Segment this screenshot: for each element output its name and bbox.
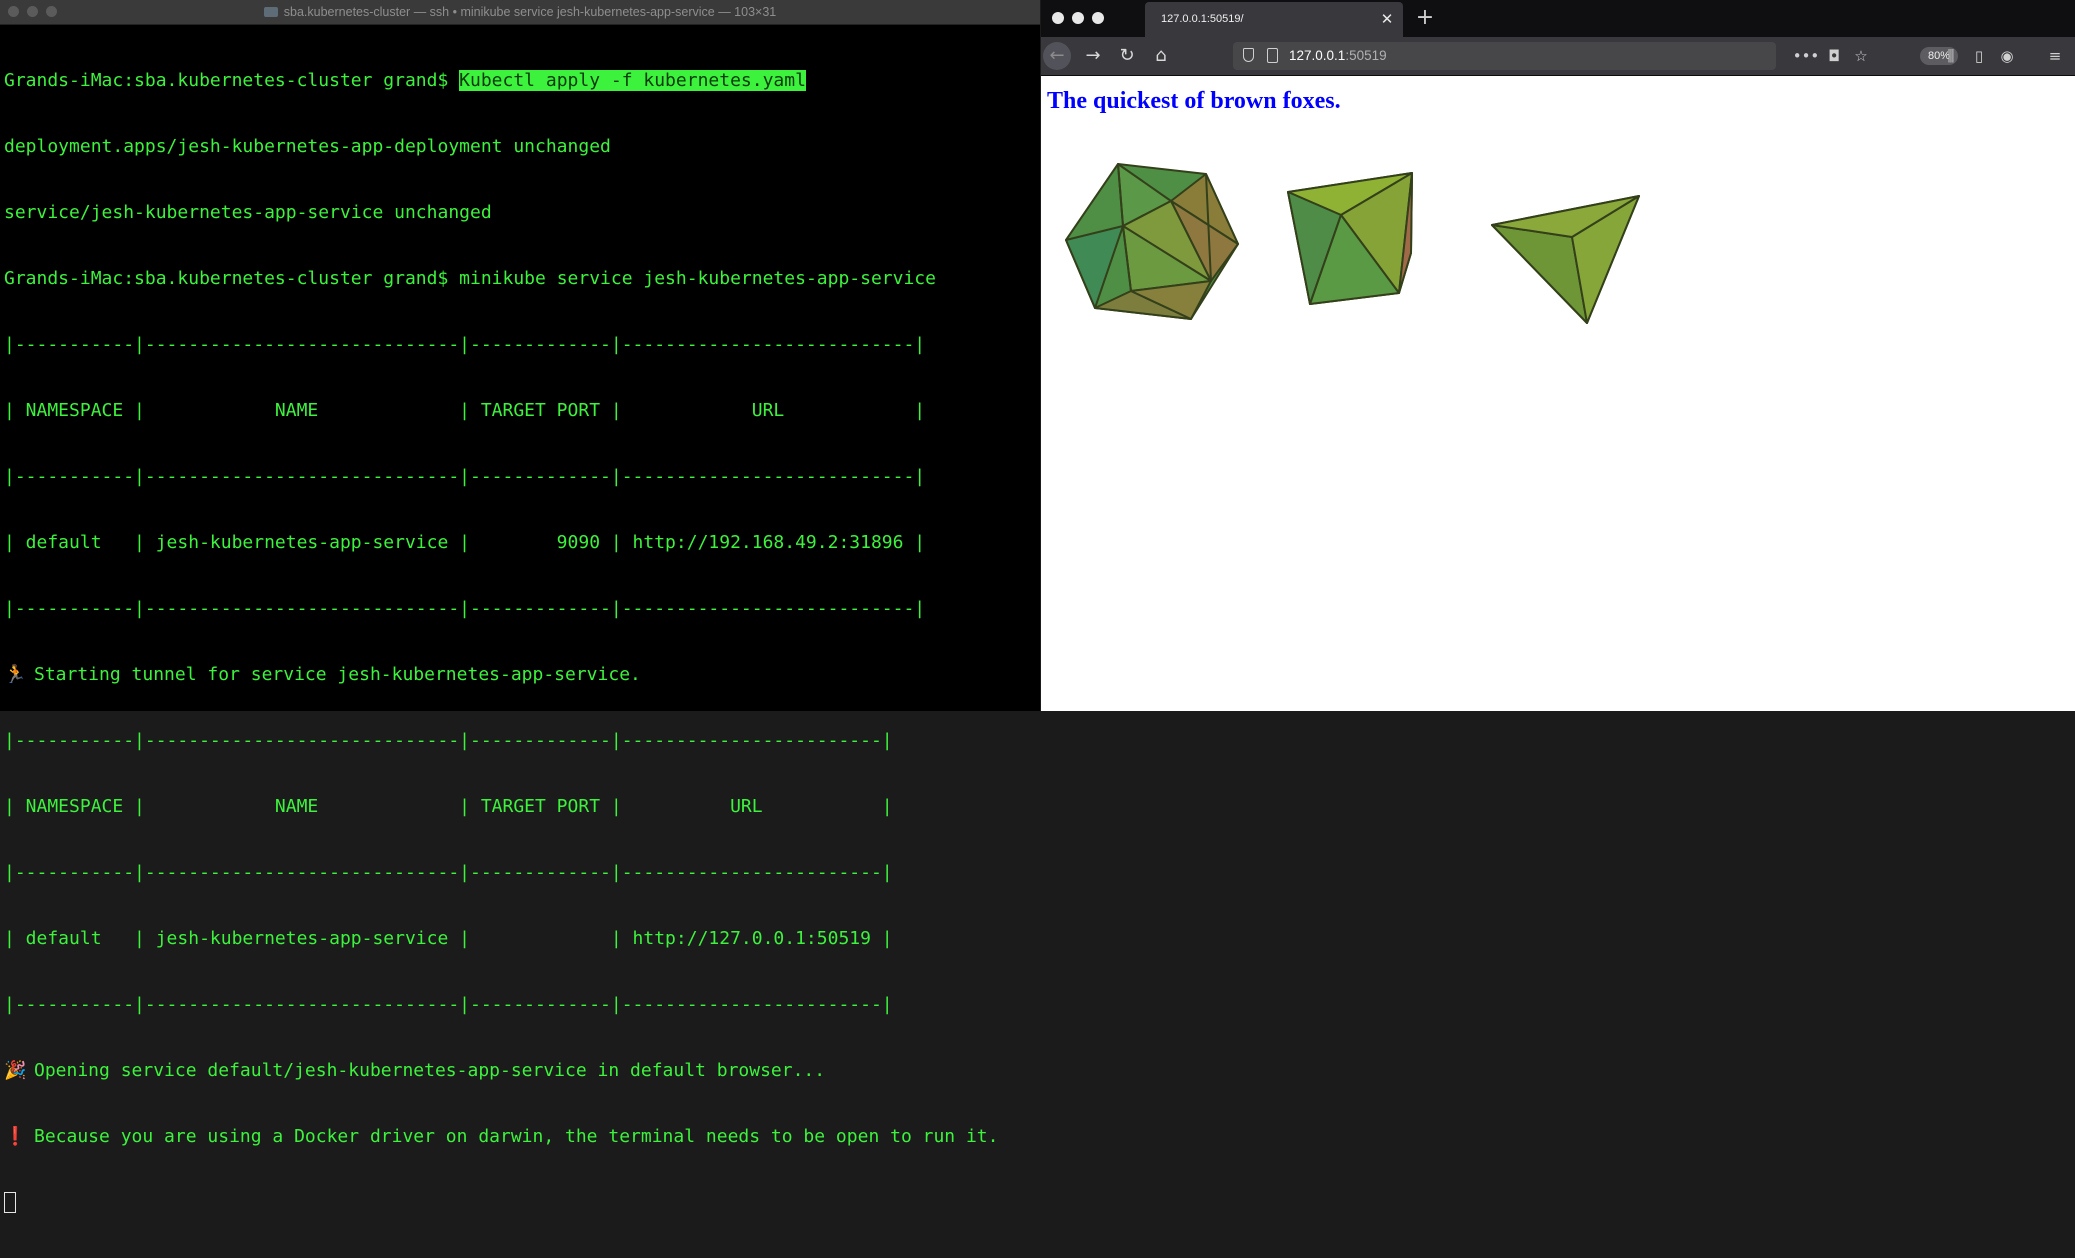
terminal-title: sba.kubernetes-cluster — ssh • minikube … <box>0 0 1040 24</box>
back-icon[interactable]: ← <box>1043 42 1071 70</box>
tab-bar[interactable]: 127.0.0.1:50519/ ✕ + <box>1041 0 2075 37</box>
terminal-output[interactable]: Grands-iMac:sba.kubernetes-cluster grand… <box>4 26 1040 1258</box>
tetrahedron-shape <box>1491 195 1640 324</box>
terminal-window[interactable]: sba.kubernetes-cluster — ssh • minikube … <box>0 0 1040 1213</box>
prompt: Grands-iMac:sba.kubernetes-cluster grand… <box>4 70 460 91</box>
url-bar[interactable]: 127.0.0.1:50519 80% <box>1233 42 1959 70</box>
table-row: | default | jesh-kubernetes-app-service … <box>4 532 926 553</box>
table-border: |-----------|---------------------------… <box>4 466 926 487</box>
table-border: |-----------|---------------------------… <box>4 994 893 1015</box>
home-icon[interactable]: ⌂ <box>1147 42 1175 70</box>
terminal-titlebar[interactable]: sba.kubernetes-cluster — ssh • minikube … <box>0 0 1040 25</box>
close-tab-icon[interactable]: ✕ <box>1379 11 1395 27</box>
terminal-line: 🏃 Starting tunnel for service jesh-kubern… <box>4 664 1040 686</box>
selected-command: Kubectl apply -f kubernetes.yaml <box>459 70 806 91</box>
terminal-line: service/jesh-kubernetes-app-service unch… <box>4 202 492 223</box>
new-tab-button[interactable]: + <box>1413 6 1437 30</box>
tab-title: 127.0.0.1:50519/ <box>1161 13 1244 25</box>
table-border: |-----------|---------------------------… <box>4 598 926 619</box>
account-icon[interactable]: ◉ <box>1993 42 2021 70</box>
exclamation-icon: ❗ <box>4 1126 27 1147</box>
polyhedra-canvas <box>1065 163 1640 324</box>
forward-icon[interactable]: → <box>1079 42 1107 70</box>
url-text[interactable]: 127.0.0.1:50519 <box>1289 42 1387 70</box>
menu-icon[interactable]: ≡ <box>2041 42 2069 70</box>
table-row: | default | jesh-kubernetes-app-service … <box>4 928 893 949</box>
terminal-title-text: sba.kubernetes-cluster — ssh • minikube … <box>283 5 777 19</box>
sidebar-icon[interactable]: ▯ <box>1965 42 1993 70</box>
prompt: Grands-iMac:sba.kubernetes-cluster grand… <box>4 268 460 289</box>
reload-icon[interactable]: ↻ <box>1113 42 1141 70</box>
table-border: |-----------|---------------------------… <box>4 334 926 355</box>
tab-active[interactable]: 127.0.0.1:50519/ ✕ <box>1145 2 1403 37</box>
table-header: | NAMESPACE | NAME | TARGET PORT | URL | <box>4 796 893 817</box>
table-header: | NAMESPACE | NAME | TARGET PORT | URL | <box>4 400 926 421</box>
party-popper-icon: 🎉 <box>4 1060 27 1081</box>
minimize-window-button[interactable] <box>1072 12 1084 24</box>
text-cursor[interactable] <box>4 1192 16 1213</box>
table-border: |-----------|---------------------------… <box>4 730 893 751</box>
tunnel-message: Starting tunnel for service jesh-kuberne… <box>34 664 641 685</box>
table-border: |-----------|---------------------------… <box>4 862 893 883</box>
browser-window[interactable]: 127.0.0.1:50519/ ✕ + ← → ↻ ⌂ 127.0.0.1:5… <box>1041 0 2075 711</box>
octahedron-shape <box>1287 172 1413 305</box>
shield-icon[interactable] <box>1243 48 1254 62</box>
terminal-line: ❗ Because you are using a Docker driver o… <box>4 1126 1040 1148</box>
running-icon: 🏃 <box>4 664 27 685</box>
folder-icon <box>263 7 278 17</box>
nav-toolbar: ← → ↻ ⌂ 127.0.0.1:50519 80% ••• ◘ ☆ ⫼ ▯ … <box>1041 37 2075 76</box>
terminal-line: deployment.apps/jesh-kubernetes-app-depl… <box>4 136 611 157</box>
more-icon[interactable]: ••• <box>1792 42 1820 70</box>
terminal-line <box>4 1192 1040 1214</box>
icosahedron-shape <box>1065 163 1239 320</box>
close-window-button[interactable] <box>1052 12 1064 24</box>
warning-message: Because you are using a Docker driver on… <box>34 1126 999 1147</box>
terminal-line: Grands-iMac:sba.kubernetes-cluster grand… <box>4 70 1040 92</box>
page-content: The quickest of brown foxes. <box>1041 76 2075 711</box>
terminal-line: Grands-iMac:sba.kubernetes-cluster grand… <box>4 268 1040 290</box>
url-port: :50519 <box>1345 48 1387 63</box>
bookmark-star-icon[interactable]: ☆ <box>1847 42 1875 70</box>
terminal-line: 🎉 Opening service default/jesh-kubernetes… <box>4 1060 1040 1082</box>
command: minikube service jesh-kubernetes-app-ser… <box>459 268 936 289</box>
url-host: 127.0.0.1 <box>1289 48 1346 63</box>
zoom-window-button[interactable] <box>1092 12 1104 24</box>
page-icon[interactable] <box>1267 48 1278 63</box>
open-message: Opening service default/jesh-kubernetes-… <box>34 1060 826 1081</box>
pocket-icon[interactable]: ◘ <box>1820 42 1848 70</box>
library-icon[interactable]: ⫼ <box>1937 42 1965 70</box>
